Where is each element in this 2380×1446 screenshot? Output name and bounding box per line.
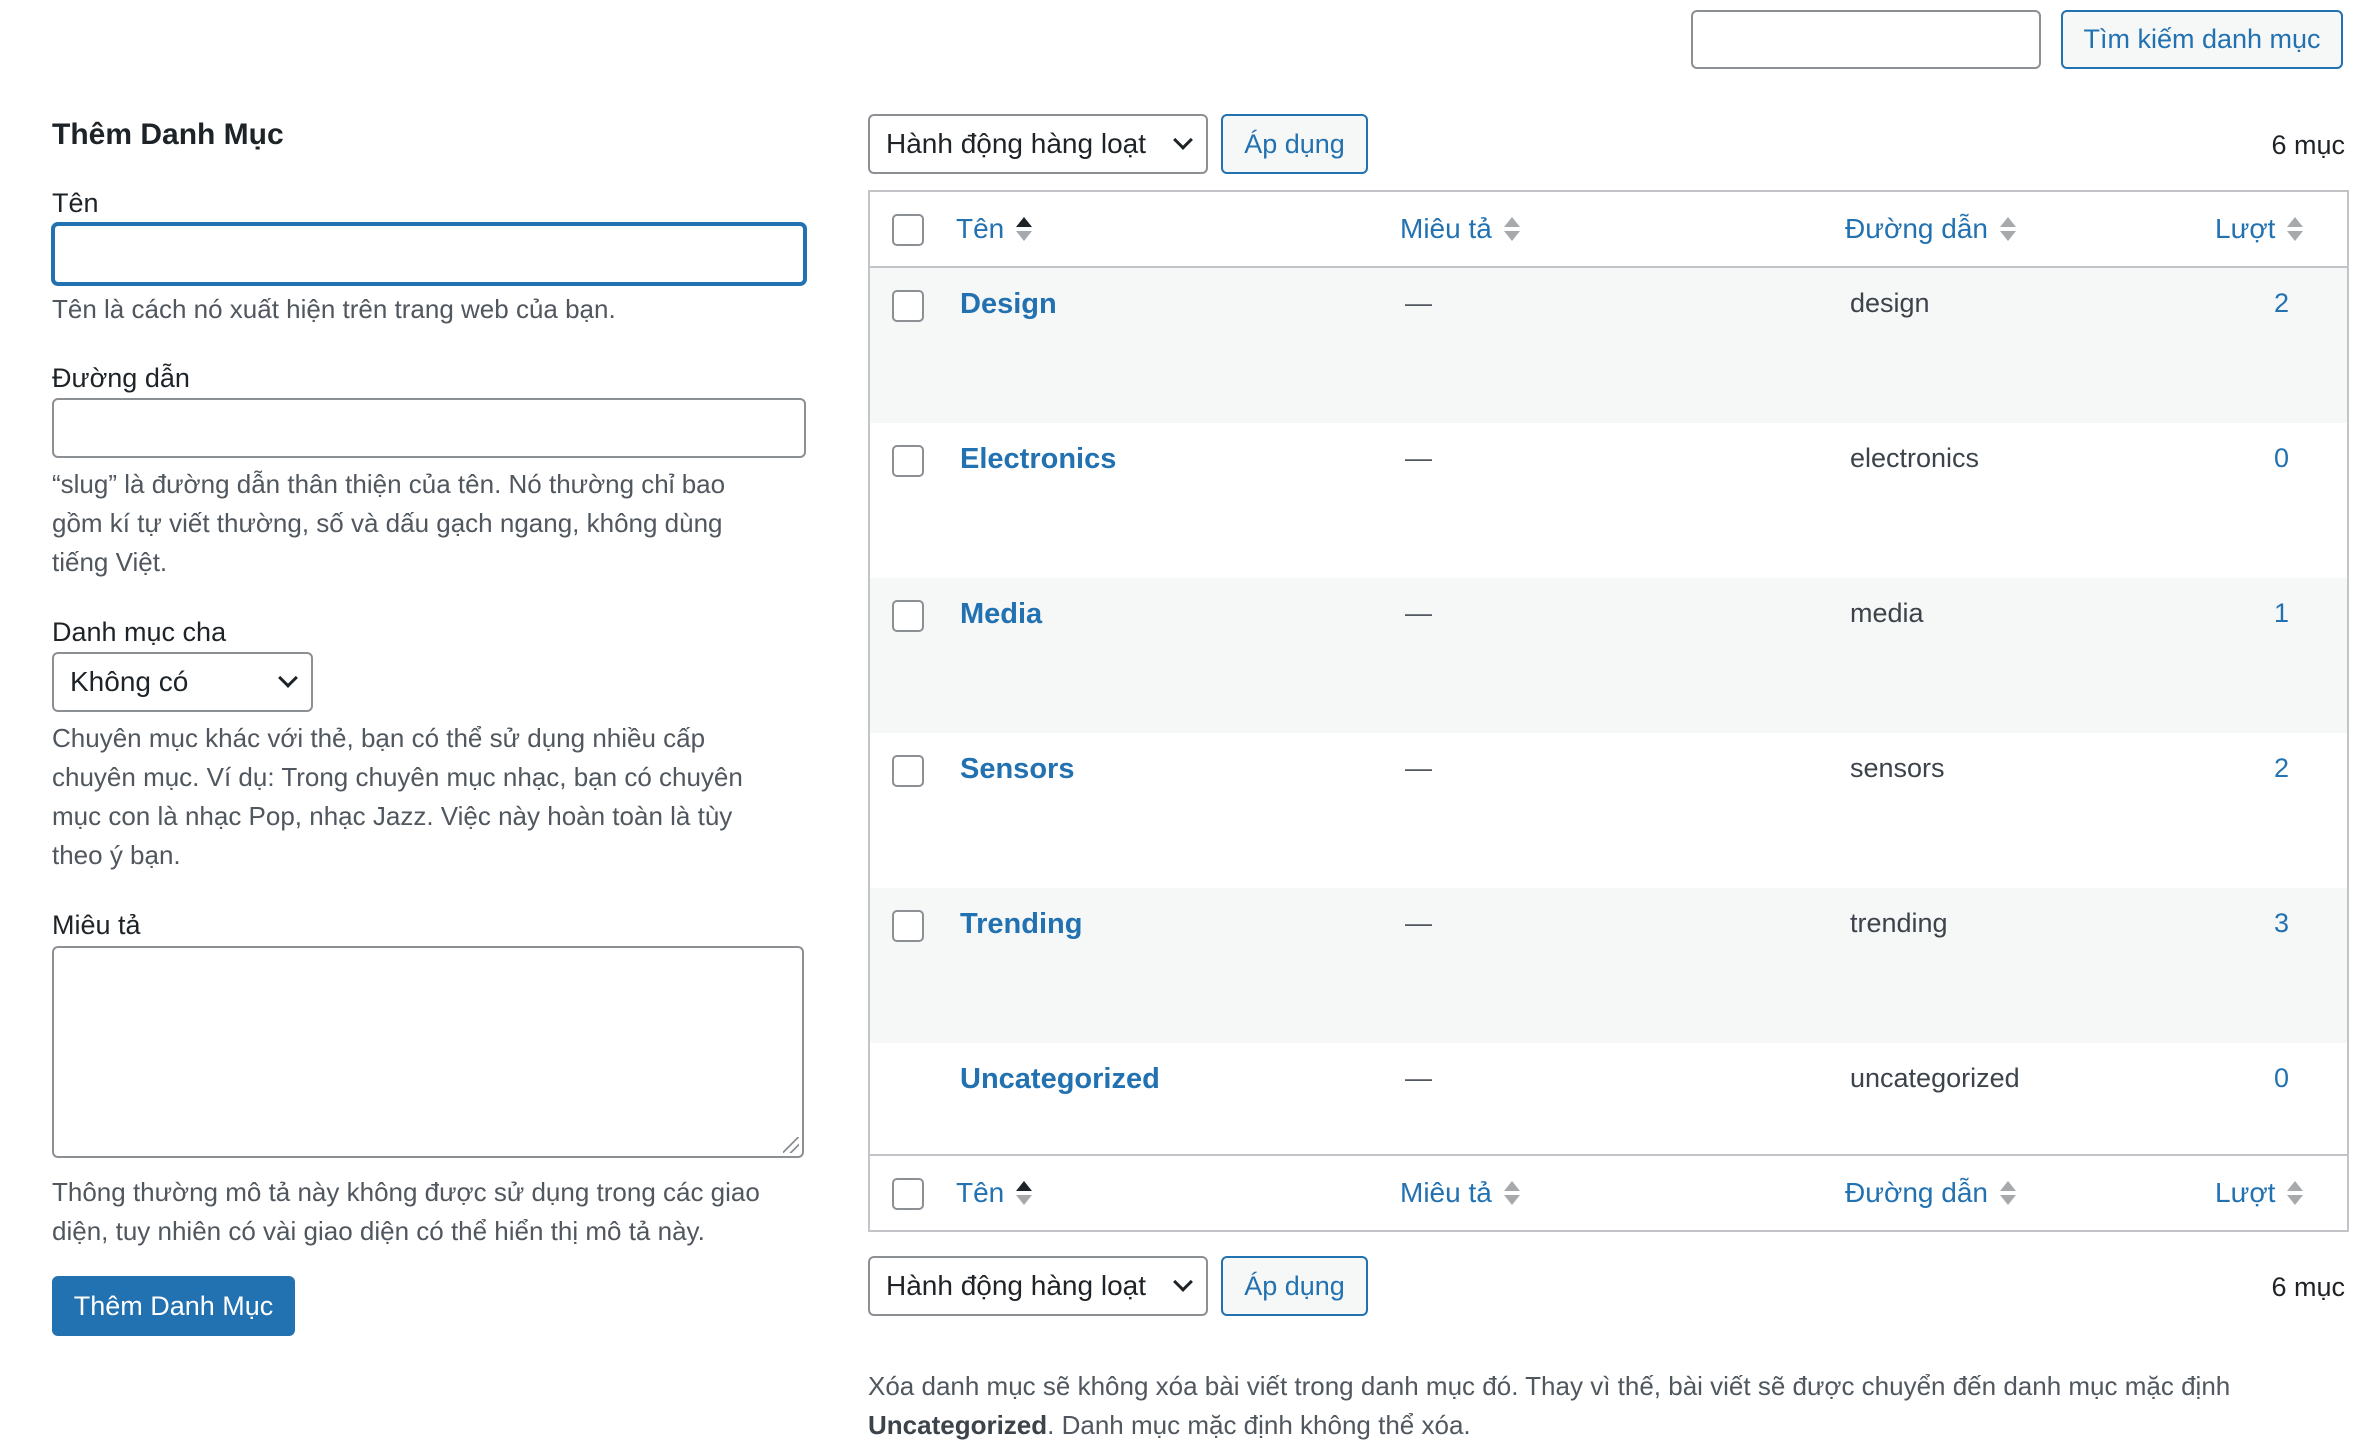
- category-description: —: [1405, 288, 1432, 318]
- column-footer-description[interactable]: Miêu tả: [1400, 1156, 1520, 1230]
- category-description: —: [1405, 753, 1432, 783]
- sort-icon: [1999, 1181, 2016, 1205]
- category-count-link[interactable]: 1: [2274, 598, 2289, 629]
- category-description: —: [1405, 598, 1432, 628]
- category-count-link[interactable]: 0: [2274, 443, 2289, 474]
- row-checkbox[interactable]: [892, 910, 924, 942]
- bulk-actions-select-top[interactable]: Hành động hàng loạt: [868, 114, 1208, 174]
- search-input[interactable]: [1691, 10, 2041, 69]
- table-footer: Tên Miêu tả Đường dẫn Lượt: [870, 1154, 2347, 1230]
- table-row: Design — design 2: [870, 268, 2347, 423]
- sort-icon: [1016, 1181, 1033, 1205]
- item-count-top: 6 mục: [2271, 130, 2345, 160]
- default-category-note: Xóa danh mục sẽ không xóa bài viết trong…: [868, 1371, 2231, 1440]
- column-footer-slug[interactable]: Đường dẫn: [1845, 1156, 2016, 1230]
- table-row: Uncategorized — uncategorized 0: [870, 1043, 2347, 1158]
- category-slug: trending: [1850, 908, 1948, 938]
- chevron-down-icon: [278, 668, 298, 688]
- item-count-bottom: 6 mục: [2271, 1272, 2345, 1302]
- add-category-button[interactable]: Thêm Danh Mục: [52, 1276, 295, 1336]
- description-label: Miêu tả: [52, 910, 141, 940]
- column-header-description[interactable]: Miêu tả: [1400, 192, 1520, 266]
- column-header-count[interactable]: Lượt: [2215, 192, 2304, 266]
- resize-grip-icon[interactable]: [783, 1137, 799, 1153]
- apply-button-bottom[interactable]: Áp dụng: [1221, 1256, 1368, 1316]
- select-all-checkbox-footer[interactable]: [892, 1178, 924, 1210]
- category-slug: design: [1850, 288, 1930, 318]
- table-row: Sensors — sensors 2: [870, 733, 2347, 888]
- sort-icon: [2287, 1181, 2304, 1205]
- bulk-actions-select-bottom[interactable]: Hành động hàng loạt: [868, 1256, 1208, 1316]
- description-help: Thông thường mô tả này không được sử dụn…: [52, 1177, 760, 1246]
- form-title: Thêm Danh Mục: [52, 118, 284, 151]
- sort-icon: [1503, 1181, 1520, 1205]
- category-slug: sensors: [1850, 753, 1945, 783]
- parent-label: Danh mục cha: [52, 617, 227, 647]
- bulk-actions-value: Hành động hàng loạt: [886, 128, 1146, 159]
- category-count-link[interactable]: 2: [2274, 288, 2289, 319]
- slug-label: Đường dẫn: [52, 363, 190, 393]
- column-footer-count[interactable]: Lượt: [2215, 1156, 2304, 1230]
- slug-input[interactable]: [52, 398, 806, 458]
- parent-help: Chuyên mục khác với thẻ, bạn có thể sử d…: [52, 723, 743, 870]
- table-row: Trending — trending 3: [870, 888, 2347, 1043]
- category-description: —: [1405, 1063, 1432, 1093]
- sort-icon: [2287, 217, 2304, 241]
- column-footer-name[interactable]: Tên: [956, 1156, 1033, 1230]
- sort-icon: [1016, 217, 1033, 241]
- column-header-slug[interactable]: Đường dẫn: [1845, 192, 2016, 266]
- parent-category-select[interactable]: Không có: [52, 652, 313, 712]
- category-count-link[interactable]: 2: [2274, 753, 2289, 784]
- category-name-link[interactable]: Media: [960, 598, 1042, 631]
- table-row: Media — media 1: [870, 578, 2347, 733]
- category-description: —: [1405, 908, 1432, 938]
- table-header: Tên Miêu tả Đường dẫn Lượt: [870, 192, 2347, 268]
- row-checkbox[interactable]: [892, 600, 924, 632]
- category-name-link[interactable]: Uncategorized: [960, 1063, 1160, 1096]
- chevron-down-icon: [1173, 1272, 1193, 1292]
- category-description: —: [1405, 443, 1432, 473]
- categories-table: Tên Miêu tả Đường dẫn Lượt Design — desi…: [868, 190, 2349, 1232]
- category-count-link[interactable]: 0: [2274, 1063, 2289, 1094]
- table-row: Electronics — electronics 0: [870, 423, 2347, 578]
- sort-icon: [1503, 217, 1520, 241]
- category-slug: uncategorized: [1850, 1063, 2020, 1093]
- sort-icon: [1999, 217, 2016, 241]
- row-checkbox[interactable]: [892, 445, 924, 477]
- row-checkbox[interactable]: [892, 755, 924, 787]
- bulk-actions-value: Hành động hàng loạt: [886, 1270, 1146, 1301]
- category-slug: media: [1850, 598, 1924, 628]
- category-name-link[interactable]: Trending: [960, 908, 1082, 941]
- apply-button-top[interactable]: Áp dụng: [1221, 114, 1368, 174]
- name-help: Tên là cách nó xuất hiện trên trang web …: [52, 294, 616, 324]
- category-count-link[interactable]: 3: [2274, 908, 2289, 939]
- category-name-link[interactable]: Sensors: [960, 753, 1074, 786]
- select-all-checkbox[interactable]: [892, 214, 924, 246]
- category-slug: electronics: [1850, 443, 1980, 473]
- name-input[interactable]: [52, 223, 806, 285]
- row-checkbox[interactable]: [892, 290, 924, 322]
- slug-help: “slug” là đường dẫn thân thiện của tên. …: [52, 469, 726, 577]
- description-textarea[interactable]: [52, 946, 804, 1158]
- chevron-down-icon: [1173, 130, 1193, 150]
- column-header-name[interactable]: Tên: [956, 192, 1033, 266]
- parent-selected-value: Không có: [70, 666, 189, 697]
- search-categories-button[interactable]: Tìm kiếm danh mục: [2061, 10, 2343, 69]
- name-label: Tên: [52, 188, 99, 218]
- category-name-link[interactable]: Design: [960, 288, 1057, 321]
- category-name-link[interactable]: Electronics: [960, 443, 1116, 476]
